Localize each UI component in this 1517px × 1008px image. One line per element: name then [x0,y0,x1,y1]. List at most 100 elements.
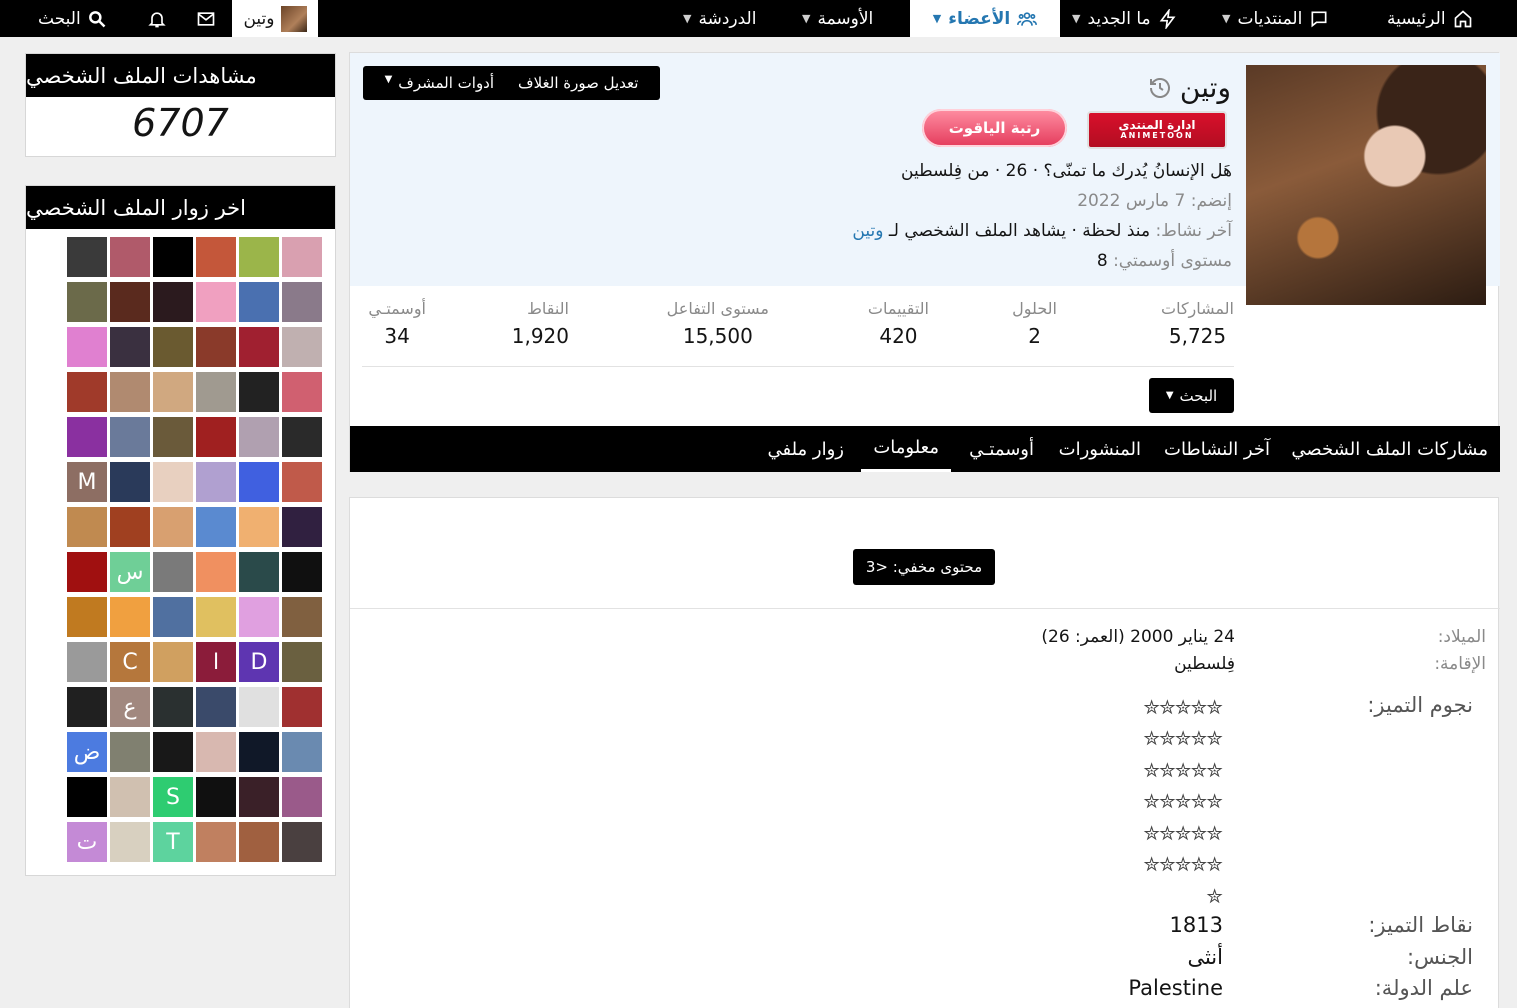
visitor-avatar[interactable] [282,417,322,457]
nav-badges[interactable]: الأوسمة ▼ [802,0,873,37]
visitor-avatar[interactable] [153,507,193,547]
visitor-avatar[interactable] [153,282,193,322]
visitor-avatar[interactable] [239,282,279,322]
visitor-avatar[interactable] [153,597,193,637]
visitor-avatar[interactable] [239,462,279,502]
visitor-avatar[interactable] [110,282,150,322]
visitor-avatar[interactable] [153,372,193,412]
visitor-avatar[interactable] [153,642,193,682]
visitor-avatar[interactable] [239,552,279,592]
visitor-avatar[interactable] [196,822,236,862]
search-button[interactable]: البحث [38,0,107,37]
visitor-avatar[interactable] [196,282,236,322]
visitor-avatar[interactable] [282,327,322,367]
tab-visitors[interactable]: زوار ملفي [767,426,844,472]
chevron-down-icon[interactable]: ▼ [683,12,691,25]
visitor-avatar[interactable] [239,237,279,277]
visitor-avatar[interactable] [239,777,279,817]
hidden-content-chip[interactable]: محتوى مخفي: <3 [853,549,995,585]
visitor-avatar[interactable] [153,687,193,727]
tab-postings[interactable]: المنشورات [1059,426,1141,472]
visitor-avatar[interactable] [110,732,150,772]
tab-profile-posts[interactable]: مشاركات الملف الشخصي [1291,426,1488,472]
visitor-avatar[interactable] [282,552,322,592]
visitor-avatar[interactable] [196,777,236,817]
chevron-down-icon[interactable]: ▼ [802,12,810,25]
stat-solutions[interactable]: الحلول 2 [1012,299,1057,348]
tab-about[interactable]: معلومات [861,426,951,472]
stat-posts[interactable]: المشاركات 5,725 [1161,299,1234,348]
visitor-avatar[interactable] [67,507,107,547]
alerts-button[interactable] [147,0,167,37]
nav-chat[interactable]: الدردشة ▼ [683,0,756,37]
visitor-avatar[interactable] [153,732,193,772]
tab-latest-activity[interactable]: آخر النشاطات [1164,426,1270,472]
chevron-down-icon[interactable]: ▼ [933,12,941,25]
visitor-avatar[interactable] [239,327,279,367]
visitor-avatar[interactable]: ت [67,822,107,862]
visitor-avatar[interactable] [196,462,236,502]
chevron-down-icon[interactable]: ▼ [1072,12,1080,25]
visitor-avatar[interactable] [67,327,107,367]
visitor-avatar[interactable] [67,237,107,277]
profile-avatar[interactable] [1246,65,1486,305]
visitor-avatar[interactable]: C [110,642,150,682]
visitor-avatar[interactable] [282,282,322,322]
visitor-avatar[interactable] [282,822,322,862]
visitor-avatar[interactable] [153,327,193,367]
visitor-avatar[interactable] [196,417,236,457]
visitor-avatar[interactable] [153,237,193,277]
visitor-avatar[interactable]: ا [196,642,236,682]
edit-cover-button[interactable]: تعديل صورة الغلاف [506,74,650,92]
visitor-avatar[interactable] [282,777,322,817]
visitor-avatar[interactable] [282,507,322,547]
visitor-avatar[interactable]: س [110,552,150,592]
mod-tools-button[interactable]: أدوات المشرف ▼ [373,74,506,92]
visitor-avatar[interactable] [110,777,150,817]
visitor-avatar[interactable] [67,642,107,682]
visitor-avatar[interactable]: S [153,777,193,817]
visitor-avatar[interactable] [110,327,150,367]
profile-search-button[interactable]: البحث ▼ [1149,378,1234,413]
visitor-avatar[interactable] [67,552,107,592]
messages-button[interactable] [196,0,216,37]
stat-badges[interactable]: أوسمتـي 34 [368,299,426,348]
visitor-avatar[interactable] [239,597,279,637]
visitor-avatar[interactable] [196,552,236,592]
visitor-avatar[interactable] [196,372,236,412]
visitor-avatar[interactable] [110,822,150,862]
visitor-avatar[interactable] [239,687,279,727]
nav-whats-new[interactable]: ما الجديد ▼ [1072,0,1178,37]
visitor-avatar[interactable] [196,507,236,547]
visitor-avatar[interactable] [110,237,150,277]
nav-forums[interactable]: المنتديات ▼ [1222,0,1329,37]
visitor-avatar[interactable] [110,372,150,412]
visitor-avatar[interactable] [239,417,279,457]
history-icon[interactable] [1148,76,1172,100]
tab-my-badges[interactable]: أوسمتـي [969,426,1034,472]
visitor-avatar[interactable]: D [239,642,279,682]
visitor-avatar[interactable] [196,327,236,367]
visitor-avatar[interactable] [67,282,107,322]
visitor-avatar[interactable] [239,822,279,862]
visitor-avatar[interactable] [239,732,279,772]
chevron-down-icon[interactable]: ▼ [1222,12,1230,25]
visitor-avatar[interactable] [282,642,322,682]
visitor-avatar[interactable] [282,372,322,412]
visitor-avatar[interactable] [239,372,279,412]
stat-points[interactable]: النقاط 1,920 [512,299,569,348]
stat-reactions[interactable]: التقييمات 420 [868,299,929,348]
visitor-avatar[interactable]: ض [67,732,107,772]
visitor-avatar[interactable] [67,597,107,637]
visitor-avatar[interactable] [239,507,279,547]
nav-members[interactable]: الأعضاء ▼ [910,0,1060,37]
visitor-avatar[interactable] [110,417,150,457]
visitor-avatar[interactable]: ع [110,687,150,727]
visitor-avatar[interactable] [282,462,322,502]
visitor-avatar[interactable] [153,552,193,592]
last-active-link[interactable]: وتين [852,221,883,241]
visitor-avatar[interactable] [282,597,322,637]
visitor-avatar[interactable] [67,687,107,727]
visitor-avatar[interactable]: T [153,822,193,862]
visitor-avatar[interactable] [110,597,150,637]
